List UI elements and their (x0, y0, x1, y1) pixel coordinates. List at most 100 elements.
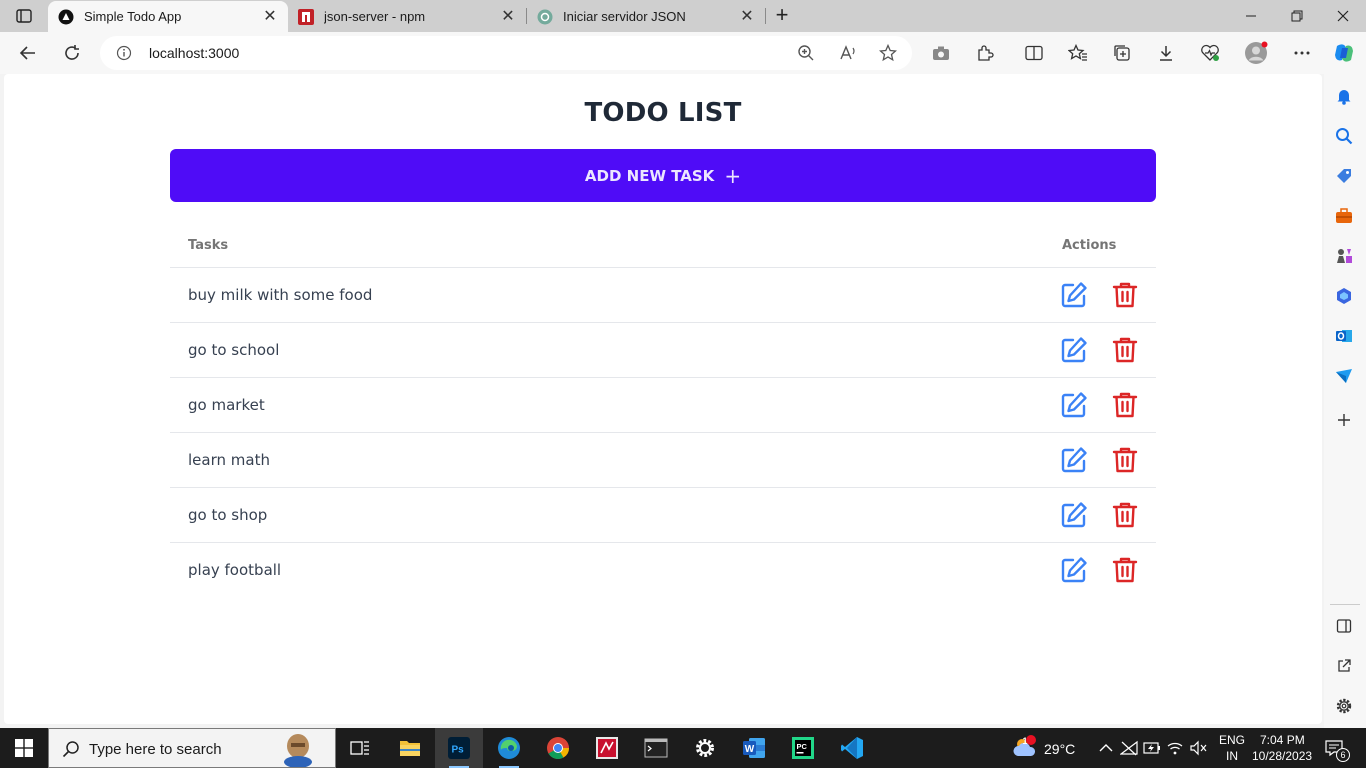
search-placeholder: Type here to search (89, 741, 222, 758)
edge-browser-icon[interactable] (485, 728, 533, 768)
notification-count-badge: 6 (1336, 748, 1350, 762)
input-region[interactable]: IN (1226, 749, 1238, 763)
external-link-icon[interactable] (1334, 656, 1354, 676)
profile-avatar[interactable] (1244, 41, 1268, 65)
wifi-icon[interactable] (1165, 738, 1185, 758)
volume-muted-icon[interactable] (1188, 738, 1208, 758)
sidebar-settings-gear-icon[interactable] (1334, 696, 1354, 716)
close-tab-icon[interactable]: ✕ (262, 8, 278, 25)
delete-icon[interactable] (1112, 336, 1138, 364)
input-language[interactable]: ENG (1219, 733, 1245, 747)
extensions-icon[interactable] (973, 41, 997, 65)
clock-date[interactable]: 10/28/2023 (1252, 749, 1312, 763)
show-hidden-icons-chevron-icon[interactable] (1096, 738, 1116, 758)
tab-title: json-server - npm (324, 9, 426, 24)
npm-icon (298, 8, 314, 25)
browser-toolbar: localhost:3000 (0, 32, 1366, 74)
outlook-icon[interactable] (1334, 326, 1354, 346)
tab-simple-todo[interactable]: Simple Todo App ✕ (48, 1, 288, 32)
tasks-table: Tasks Actions buy milk with some food go … (170, 224, 1156, 598)
tab-iniciar-servidor[interactable]: Iniciar servidor JSON ✕ (527, 1, 765, 32)
pycharm-icon[interactable]: PC (779, 728, 827, 768)
delete-icon[interactable] (1112, 501, 1138, 529)
battery-icon[interactable] (1142, 738, 1162, 758)
hide-sidebar-icon[interactable] (1334, 616, 1354, 636)
search-icon[interactable] (1334, 126, 1354, 146)
task-text: play football (188, 561, 282, 579)
search-icon (61, 739, 81, 759)
site-info-icon[interactable] (116, 45, 132, 61)
refresh-icon[interactable] (60, 41, 84, 65)
tab-title: Simple Todo App (84, 9, 182, 24)
new-tab-button[interactable]: + (770, 4, 794, 28)
more-options-icon[interactable] (1290, 41, 1314, 65)
shopping-tag-icon[interactable] (1334, 166, 1354, 186)
chatgpt-icon (537, 9, 553, 25)
favorite-star-icon[interactable] (878, 43, 898, 63)
close-window-button[interactable] (1320, 0, 1366, 32)
notifications-bell-icon[interactable] (1334, 86, 1354, 106)
address-url[interactable]: localhost:3000 (149, 45, 239, 61)
close-tab-icon[interactable]: ✕ (500, 8, 516, 25)
delete-icon[interactable] (1112, 281, 1138, 309)
taskbar-search-box[interactable]: Type here to search (48, 728, 336, 768)
network-disconnected-icon[interactable] (1119, 738, 1139, 758)
edit-icon[interactable] (1060, 446, 1088, 474)
clock-time[interactable]: 7:04 PM (1260, 733, 1305, 747)
copilot-icon[interactable] (1332, 41, 1356, 65)
delete-icon[interactable] (1112, 556, 1138, 584)
task-text: go to shop (188, 506, 268, 524)
page-title: TODO LIST (584, 98, 742, 128)
task-text: go to school (188, 341, 280, 359)
table-row: go to shop (170, 488, 1156, 543)
task-text: buy milk with some food (188, 286, 373, 304)
table-row: go market (170, 378, 1156, 433)
edit-icon[interactable] (1060, 391, 1088, 419)
tab-separator (765, 8, 766, 24)
weather-temperature[interactable]: 29°C (1044, 741, 1075, 757)
games-icon[interactable] (1334, 246, 1354, 266)
tools-briefcase-icon[interactable] (1334, 206, 1354, 226)
minimize-button[interactable] (1228, 0, 1274, 32)
tab-actions-icon[interactable] (10, 6, 38, 26)
zoom-icon[interactable] (796, 43, 816, 63)
column-header-actions: Actions (1062, 238, 1117, 253)
back-icon[interactable] (16, 41, 40, 65)
edit-icon[interactable] (1060, 501, 1088, 529)
word-icon[interactable]: W (730, 728, 778, 768)
weather-alert-badge: 1 (1022, 736, 1028, 746)
address-bar[interactable]: localhost:3000 (100, 36, 912, 70)
close-tab-icon[interactable]: ✕ (739, 8, 755, 25)
delete-icon[interactable] (1112, 391, 1138, 419)
photoshop-icon[interactable]: Ps (435, 728, 483, 768)
task-view-icon[interactable] (336, 728, 384, 768)
add-task-label: ADD NEW TASK (584, 166, 715, 185)
table-row: learn math (170, 433, 1156, 488)
restore-button[interactable] (1274, 0, 1320, 32)
favorites-icon[interactable] (1066, 41, 1090, 65)
browser-essentials-icon[interactable] (1198, 41, 1222, 65)
split-screen-icon[interactable] (1022, 41, 1046, 65)
add-new-task-button[interactable]: ADD NEW TASK + (170, 149, 1156, 202)
edit-icon[interactable] (1060, 281, 1088, 309)
file-explorer-icon[interactable] (386, 728, 434, 768)
windows-taskbar: Type here to search Ps W PC 1 29°C ENG I… (0, 728, 1366, 768)
collections-icon[interactable] (1110, 41, 1134, 65)
tab-json-server-npm[interactable]: json-server - npm ✕ (288, 1, 526, 32)
sql-tool-icon[interactable] (583, 728, 631, 768)
windows-start-icon[interactable] (0, 728, 48, 768)
edit-icon[interactable] (1060, 556, 1088, 584)
downloads-icon[interactable] (1154, 41, 1178, 65)
sidebar-divider (1330, 604, 1360, 605)
read-aloud-icon[interactable] (838, 43, 858, 63)
microsoft-365-icon[interactable] (1334, 286, 1354, 306)
settings-gear-icon[interactable] (681, 728, 729, 768)
edit-icon[interactable] (1060, 336, 1088, 364)
add-sidebar-app-icon[interactable] (1334, 410, 1354, 430)
vscode-icon[interactable] (828, 728, 876, 768)
terminal-icon[interactable] (632, 728, 680, 768)
delete-icon[interactable] (1112, 446, 1138, 474)
drop-send-icon[interactable] (1334, 366, 1354, 386)
screenshot-camera-icon[interactable] (929, 41, 953, 65)
chrome-icon[interactable] (534, 728, 582, 768)
